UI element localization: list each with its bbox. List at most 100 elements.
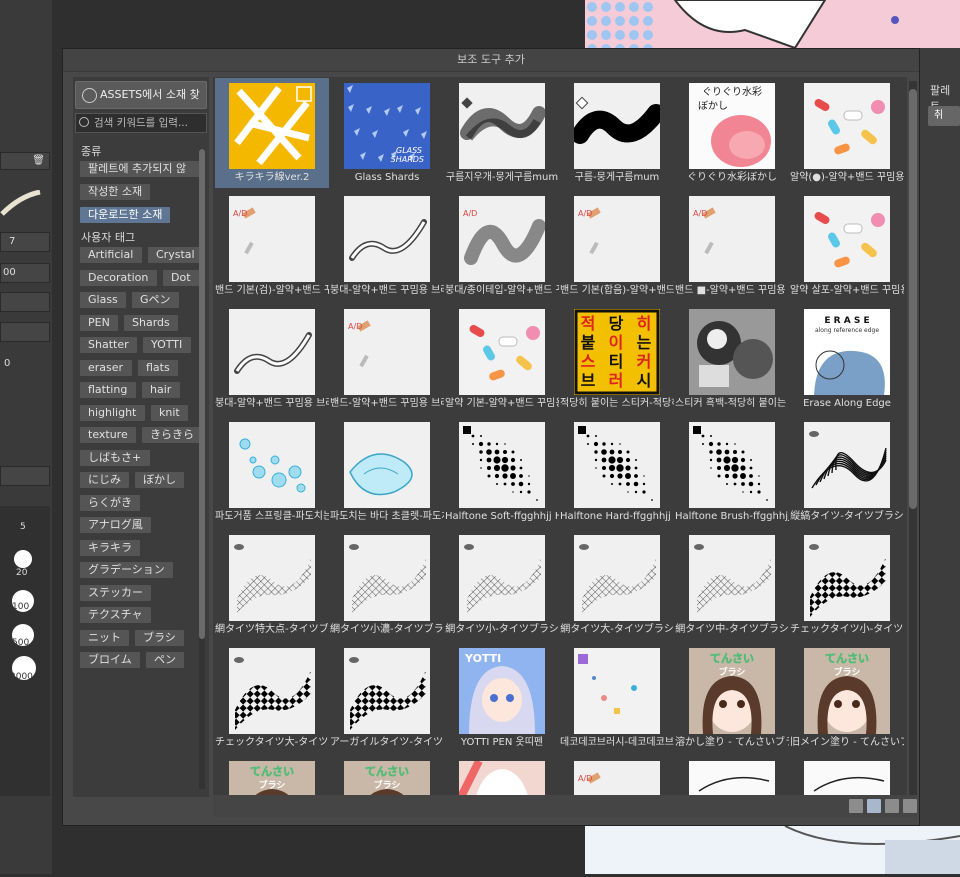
material-item[interactable]: YOTTI YOTTI PEN 옷띠펜 [445,643,559,753]
material-item[interactable] [445,756,559,797]
material-item[interactable]: GLASS SHARDS Glass Shards [330,78,444,188]
tag-ステッカー[interactable]: ステッカー [80,585,151,601]
tag-texture[interactable]: texture [80,427,136,443]
search-input[interactable]: 검색 키워드를 입력... [75,113,207,133]
large-thumbnail-view-icon[interactable] [867,799,881,813]
tag-Gペン[interactable]: Gペン [132,292,179,308]
material-item[interactable]: 網タイツ特大点-タイツブラシ [215,530,329,640]
material-item[interactable]: アーガイルタイツ-タイツブラ [330,643,444,753]
material-item[interactable]: 網タイツ小濃-タイツブラシ [330,530,444,640]
type-item[interactable]: 다운로드한 소재 [80,207,171,223]
tag-ニット[interactable]: ニット [80,630,129,646]
find-in-assets-button[interactable]: ASSETS에서 소재 찾기 [75,81,207,127]
brush-size-5[interactable]: 5 [20,522,26,532]
material-item[interactable]: キラキラ線ver.2 [215,78,329,188]
tag-キラキラ[interactable]: キラキラ [80,540,140,556]
tag-Crystal[interactable]: Crystal [148,247,203,263]
material-item[interactable]: 파도치는 바다 초클렛-파도치 [330,417,444,527]
tag-ペン[interactable]: ペン [146,652,184,668]
tag-Artificial[interactable]: Artificial [80,247,142,263]
material-item[interactable]: チェックタイツ大-タイツブラ [215,643,329,753]
detail-view-icon[interactable] [849,799,863,813]
material-item[interactable]: A/D 밴드 기본(합음)-알약+밴드 꾸 [560,191,674,301]
size-value[interactable]: 7 [0,232,50,252]
tag-ぼかし[interactable]: ぼかし [135,472,184,488]
material-item[interactable]: Halftone Hard-ffgghhjj Halfto [560,417,674,527]
tag-らくがき[interactable]: らくがき [80,495,140,511]
material-item[interactable]: 구름-뭉게구름mum [560,78,674,188]
brush-size-20[interactable]: 20 [16,568,27,578]
settings-row[interactable] [0,466,50,486]
material-caption: 밴드 기본(검)-알약+밴드 꾸밈 [215,285,329,296]
list-view-icon[interactable] [903,799,917,813]
material-item[interactable]: 縦縞タイツ-タイツブラシ [790,417,904,527]
material-item[interactable] [675,756,789,797]
material-item[interactable]: チェックタイツ小-タイツブラ [790,530,904,640]
tag-Decoration[interactable]: Decoration [80,270,157,286]
tag-PEN[interactable]: PEN [80,315,118,331]
material-item[interactable]: 파도거품 스프링클-파도치는 [215,417,329,527]
type-item[interactable]: 작성한 소재 [80,184,151,200]
material-item[interactable]: 網タイツ中-タイツブラシ [675,530,789,640]
tag-Glass[interactable]: Glass [80,292,126,308]
material-item[interactable]: 적 당 히 붙 이 는 스 티 커 브 러 시 적당히 붙이는 스티커-적당히 [560,304,674,414]
material-item[interactable]: A/D 붕대/종이테입-알약+밴드 꾸 [445,191,559,301]
small-thumbnail-view-icon[interactable] [885,799,899,813]
tag-ブロイム[interactable]: ブロイム [80,652,140,668]
tag-eraser[interactable]: eraser [80,360,132,376]
grid-scrollbar-thumb[interactable] [909,89,917,509]
tag-Shards[interactable]: Shards [124,315,178,331]
material-item[interactable] [790,756,904,797]
tag-アナログ風[interactable]: アナログ風 [80,517,151,533]
tag-knit[interactable]: knit [151,405,188,421]
brush-size-2000[interactable]: 2000 [10,672,33,682]
category-scrollbar-thumb[interactable] [199,149,205,639]
brush-dot[interactable] [14,550,32,568]
tag-hair[interactable]: hair [142,382,180,398]
tag-きらきら[interactable]: きらきら [142,427,202,443]
tag-しばもさ+[interactable]: しばもさ+ [80,450,150,466]
material-item[interactable]: 스티커 흑백-적당히 붙이는 스 [675,304,789,414]
material-item[interactable]: てんさい ブラシ [330,756,444,797]
material-item[interactable]: Halftone Brush-ffgghhjj Halft [675,417,789,527]
trash-icon[interactable]: 🗑 [32,155,45,166]
tag-flatting[interactable]: flatting [80,382,136,398]
material-item[interactable]: 알약 살포-알약+밴드 꾸밈용 [790,191,904,301]
tag-Dot[interactable]: Dot [163,270,199,286]
material-item[interactable]: A/D [560,756,674,797]
material-item[interactable]: Halftone Soft-ffgghhjj Halfto [445,417,559,527]
material-item[interactable]: 데코데코브러시-데코데코브러 [560,643,674,753]
material-item[interactable]: てんさいブラシ旧メイン塗り - てんさいブラシ [790,643,904,753]
material-item[interactable]: A/D 밴드 기본(검)-알약+밴드 꾸밈 [215,191,329,301]
tag-にじみ[interactable]: にじみ [80,472,129,488]
material-item[interactable]: 網タイツ大-タイツブラシ [560,530,674,640]
type-item[interactable]: 팔레트에 추가되지 않 [80,161,199,177]
dropdown-2[interactable] [0,322,50,342]
material-item[interactable]: 알약(●)-알약+밴드 꾸밈용 브 [790,78,904,188]
svg-text:てんさい: てんさい [365,765,409,778]
tag-flats[interactable]: flats [138,360,178,376]
tag-グラデーション[interactable]: グラデーション [80,562,173,578]
brush-size-100[interactable]: 100 [12,602,29,612]
material-item[interactable]: 구름지우개-뭉게구름mum [445,78,559,188]
material-item[interactable]: ぐりぐり水彩 ぼかし ぐりぐり水彩ぼかし [675,78,789,188]
svg-text:는: 는 [637,333,652,352]
tag-Shatter[interactable]: Shatter [80,337,137,353]
material-item[interactable]: てんさいブラシ溶かし塗り - てんさいブラシ [675,643,789,753]
tag-テクスチャ[interactable]: テクスチャ [80,607,151,623]
material-item[interactable]: 알약 기본-알약+밴드 꾸밈용 [445,304,559,414]
material-item[interactable]: E R A S Ealong reference edge Erase Along… [790,304,904,414]
material-item[interactable]: A/D 밴드 ■-알약+밴드 꾸밈용 브 [675,191,789,301]
tag-YOTTI[interactable]: YOTTI [143,337,191,353]
brush-size-500[interactable]: 500 [12,638,29,648]
dropdown-1[interactable] [0,292,50,312]
cancel-button[interactable]: 취 [928,106,960,126]
material-item[interactable]: てんさい ブラシ [215,756,329,797]
material-item[interactable]: 붕대-알약+밴드 꾸밈용 브러 [330,191,444,301]
tag-highlight[interactable]: highlight [80,405,145,421]
material-item[interactable]: 붕대-알약+밴드 꾸밈용 브러 [215,304,329,414]
material-item[interactable]: A/D 밴드-알약+밴드 꾸밈용 브러 [330,304,444,414]
opacity-value[interactable]: 00 [0,263,50,283]
material-item[interactable]: 網タイツ小-タイツブラシ [445,530,559,640]
tag-ブラシ[interactable]: ブラシ [135,630,184,646]
